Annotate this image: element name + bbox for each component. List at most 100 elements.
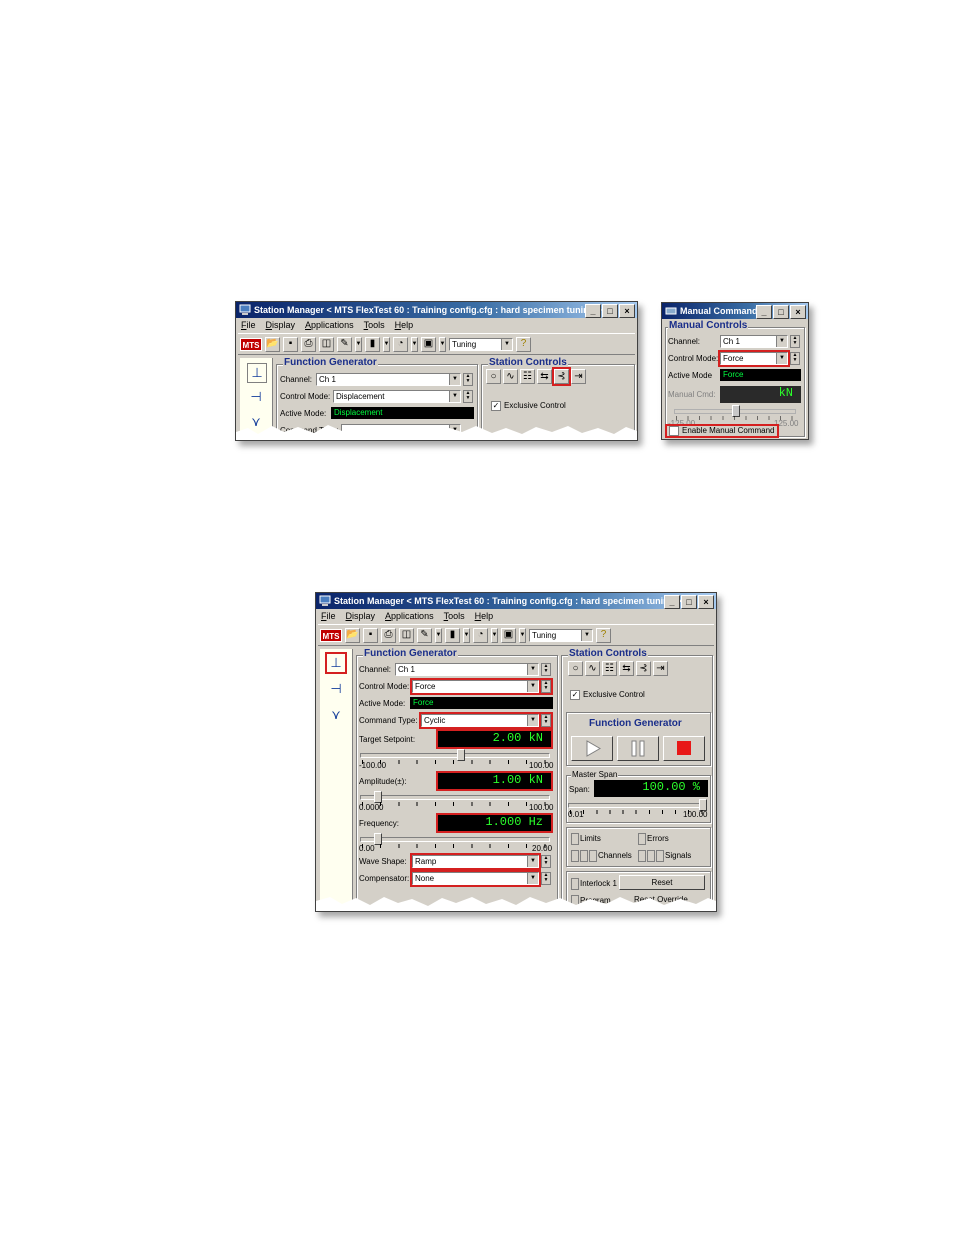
target-setpoint-display[interactable]: 2.00 kN [436,729,553,749]
manual-command-button-icon[interactable]: ⊰ [636,661,651,676]
minimize-button[interactable]: _ [585,304,601,318]
menu-display[interactable]: Display [266,318,296,333]
manual-command-button-icon[interactable]: ⊰ [552,367,571,386]
menu-tools[interactable]: Tools [364,318,385,333]
meter-icon[interactable]: ◔ [393,336,408,352]
chevron-down-icon[interactable]: ▼ [491,627,498,643]
channel-spinner[interactable]: ▲ ▼ [790,335,800,348]
help-icon[interactable]: ? [596,627,611,643]
menu-help[interactable]: Help [475,609,494,624]
manual-command-icon[interactable]: ⊣ [247,388,265,406]
compensator-select[interactable]: None ▼ [410,870,541,887]
compensator-spinner[interactable]: ▲ ▼ [541,872,551,885]
menu-help[interactable]: Help [395,318,414,333]
amplitude-display[interactable]: 1.00 kN [436,771,553,791]
detector-icon[interactable]: ⇆ [537,369,552,384]
maximize-button[interactable]: □ [773,305,789,319]
close-button[interactable]: × [698,595,714,609]
mode-select[interactable]: Tuning ▼ [529,628,593,642]
tools-icon[interactable]: ✎ [417,627,432,643]
hold-button[interactable] [617,736,659,761]
amplitude-slider[interactable] [360,791,550,806]
help-icon[interactable]: ? [516,336,531,352]
menu-bar: File Display Applications Tools Help [316,609,716,624]
manual-command-icon[interactable]: ⊣ [327,680,345,698]
chevron-down-icon[interactable]: ▼ [411,336,418,352]
chevron-down-icon[interactable]: ▼ [463,627,470,643]
exclusive-control-checkbox[interactable]: ✓ Exclusive Control [491,401,566,411]
chevron-down-icon[interactable]: ▼ [383,336,390,352]
minimize-button[interactable]: _ [664,595,680,609]
station-icon[interactable]: ▮ [365,336,380,352]
meter-icon[interactable]: ◔ [473,627,488,643]
chevron-down-icon[interactable]: ▼ [519,627,526,643]
frequency-slider[interactable] [360,833,550,848]
waveform-icon[interactable]: ∿ [585,661,600,676]
manual-cmd-slider[interactable] [674,405,796,420]
print-icon[interactable]: ⎙ [301,336,316,352]
function-generator-icon[interactable]: ⊥ [325,652,347,674]
channel-spinner[interactable]: ▲ ▼ [463,373,473,386]
save-icon[interactable]: ▪ [283,336,298,352]
menu-file[interactable]: File [241,318,256,333]
target-setpoint-slider[interactable] [360,749,550,764]
frequency-max-label: 20.00 [532,844,553,853]
close-button[interactable]: × [790,305,806,319]
open-folder-icon[interactable]: 📂 [345,627,360,643]
control-mode-spinner[interactable]: ▲ ▼ [790,352,800,365]
station-icon[interactable]: ▮ [445,627,460,643]
menu-display[interactable]: Display [346,609,376,624]
menu-applications[interactable]: Applications [385,609,434,624]
manual-command-window: Manual Command ... _ □ × Manual Controls… [661,302,809,440]
waveform-icon[interactable]: ∿ [503,369,518,384]
span-display[interactable]: 100.00 % [594,780,708,797]
control-mode-select[interactable]: Displacement ▼ [333,390,461,403]
detector-icon[interactable]: ⇆ [619,661,634,676]
save-icon[interactable]: ▪ [363,627,378,643]
wave-shape-select[interactable]: Ramp ▼ [410,853,541,870]
exit-icon[interactable]: ⇥ [571,369,586,384]
menu-file[interactable]: File [321,609,336,624]
open-folder-icon[interactable]: 📂 [265,336,280,352]
menu-applications[interactable]: Applications [305,318,354,333]
wave-shape-spinner[interactable]: ▲ ▼ [541,855,551,868]
chevron-down-icon[interactable]: ▼ [355,336,362,352]
hsm-icon[interactable]: ☷ [520,369,535,384]
open-icon[interactable]: ○ [486,369,501,384]
print-preview-icon[interactable]: ◫ [399,627,414,643]
stop-button[interactable] [663,736,705,761]
frequency-display[interactable]: 1.000 Hz [436,813,553,833]
maximize-button[interactable]: □ [602,304,618,318]
chevron-down-icon[interactable]: ▼ [439,336,446,352]
minimize-button[interactable]: _ [756,305,772,319]
mode-select[interactable]: Tuning ▼ [449,337,513,351]
print-icon[interactable]: ⎙ [381,627,396,643]
signal-icon[interactable]: ⋎ [327,706,345,724]
exclusive-control-checkbox[interactable]: ✓ Exclusive Control [570,690,645,700]
function-generator-icon[interactable]: ⊥ [247,363,267,383]
maximize-button[interactable]: □ [681,595,697,609]
chevron-down-icon[interactable]: ▼ [435,627,442,643]
hsm-icon[interactable]: ☷ [602,661,617,676]
control-mode-spinner[interactable]: ▲ ▼ [463,390,473,403]
channel-select[interactable]: Ch 1 ▼ [316,373,461,386]
reset-button[interactable]: Reset [619,875,705,890]
control-mode-select[interactable]: Force ▼ [410,678,541,695]
enable-manual-command-checkbox[interactable]: Enable Manual Command [665,424,779,438]
command-type-select[interactable]: Cyclic ▼ [419,712,541,729]
command-type-spinner[interactable]: ▲ ▼ [539,712,553,729]
close-button[interactable]: × [619,304,635,318]
channel-spinner[interactable]: ▲ ▼ [541,663,551,676]
menu-tools[interactable]: Tools [444,609,465,624]
scope-icon[interactable]: ▣ [501,627,516,643]
print-preview-icon[interactable]: ◫ [319,336,334,352]
open-icon[interactable]: ○ [568,661,583,676]
run-button[interactable] [571,736,613,761]
channel-select[interactable]: Ch 1 ▼ [720,335,788,348]
control-mode-spinner[interactable]: ▲ ▼ [539,678,553,695]
channel-select[interactable]: Ch 1 ▼ [395,663,539,676]
exit-icon[interactable]: ⇥ [653,661,668,676]
scope-icon[interactable]: ▣ [421,336,436,352]
control-mode-select[interactable]: Force ▼ [718,350,790,367]
tools-icon[interactable]: ✎ [337,336,352,352]
